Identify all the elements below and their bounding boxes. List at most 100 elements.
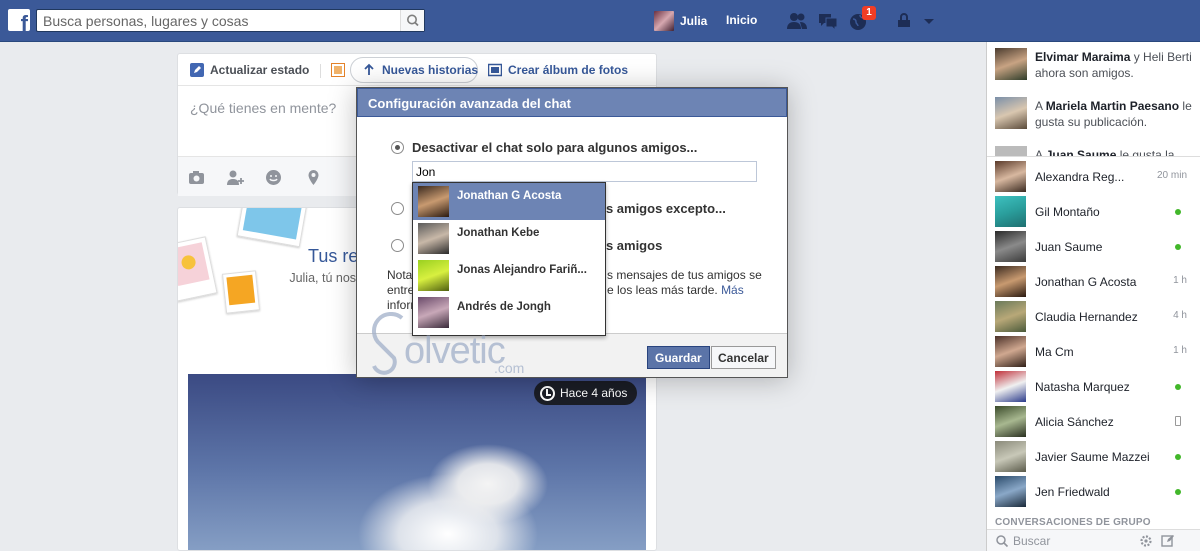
contact-status-time: 1 h	[1173, 345, 1187, 356]
note-right-text: s mensajes de tus amigos se e los leas m…	[607, 268, 777, 298]
arrow-up-icon	[364, 63, 374, 75]
note-line-2-text: e los leas más tarde.	[607, 283, 718, 297]
decorative-photo	[222, 270, 260, 314]
composer-tabs: Actualizar estado Nuevas historias Crear…	[178, 54, 656, 86]
cancel-button[interactable]: Cancelar	[711, 346, 776, 369]
privacy-shortcuts-icon[interactable]	[894, 11, 914, 31]
chat-search-input[interactable]	[1013, 533, 1133, 549]
avatar	[995, 301, 1026, 332]
chat-contact[interactable]: Natasha Marquez	[987, 370, 1200, 405]
avatar	[995, 196, 1026, 227]
avatar	[995, 476, 1026, 507]
tab-divider	[320, 64, 321, 78]
online-indicator	[1175, 244, 1181, 250]
ticker-item[interactable]: A Juan Saume le gusta la	[995, 146, 1195, 157]
tab-update-status[interactable]: Actualizar estado	[190, 63, 309, 77]
avatar	[995, 406, 1026, 437]
ticker-name: Juan Saume	[1045, 148, 1117, 157]
contact-name: Ma Cm	[1035, 345, 1074, 359]
watermark-text: olvetic	[404, 330, 506, 372]
ticker-pre: A	[1035, 99, 1046, 113]
contact-name: Jonathan G Acosta	[1035, 275, 1137, 289]
chat-search-bar	[987, 529, 1200, 551]
activity-ticker: Elvimar Maraima y Heli Berti ahora son a…	[987, 42, 1200, 157]
feeling-smiley-icon[interactable]	[265, 169, 282, 186]
camera-icon[interactable]	[188, 169, 205, 186]
suggestion-item[interactable]: Jonas Alejandro Fariñ...	[413, 257, 605, 294]
suggestion-name: Jonathan Kebe	[457, 227, 540, 239]
radio-unselected[interactable]	[391, 202, 404, 215]
avatar	[995, 336, 1026, 367]
clock-icon	[540, 385, 555, 401]
save-button[interactable]: Guardar	[647, 346, 710, 369]
ticker-rest: le gusta la	[1116, 148, 1175, 157]
suggestion-item[interactable]: Jonathan Kebe	[413, 220, 605, 257]
more-info-link[interactable]: Más	[721, 283, 744, 297]
profile-link[interactable]: Julia	[654, 11, 707, 31]
ticker-item[interactable]: Elvimar Maraima y Heli Berti ahora son a…	[995, 48, 1195, 82]
chat-contact[interactable]: Claudia Hernandez 4 h	[987, 300, 1200, 335]
search-box	[36, 9, 425, 32]
friend-requests-icon[interactable]	[786, 11, 808, 31]
chat-contact[interactable]: Juan Saume	[987, 230, 1200, 265]
tab-new-stories[interactable]: Nuevas historias	[362, 63, 478, 77]
radio-unselected[interactable]	[391, 239, 404, 252]
chat-contact[interactable]: Alicia Sánchez	[987, 405, 1200, 440]
messages-icon[interactable]	[817, 11, 839, 31]
note-left-text: Nota: entre inform	[387, 268, 421, 312]
ticker-text: A Juan Saume le gusta la	[1035, 147, 1195, 157]
contact-name: Natasha Marquez	[1035, 380, 1130, 394]
suggestion-item[interactable]: Jonathan G Acosta	[413, 183, 605, 220]
avatar	[418, 223, 449, 254]
friend-name-input[interactable]	[412, 161, 757, 182]
facebook-logo-icon[interactable]: f	[8, 9, 30, 31]
group-conversations-heading: CONVERSACIONES DE GRUPO	[995, 517, 1151, 528]
option-label: os amigos excepto...	[598, 201, 726, 216]
search-icon	[407, 14, 419, 27]
tab-create-album[interactable]: Crear álbum de fotos	[488, 63, 628, 77]
suggestion-name: Jonathan G Acosta	[457, 190, 562, 202]
contact-status-time: 20 min	[1156, 170, 1187, 181]
search-button[interactable]	[400, 10, 424, 31]
avatar	[995, 161, 1026, 192]
watermark-suffix: .com	[494, 360, 525, 376]
ticker-text: A Mariela Martin Paesano le gusta su pub…	[1035, 98, 1195, 130]
top-bar: f Julia Inicio 1	[0, 0, 1200, 42]
note-line-2: e los leas más tarde. Más	[607, 283, 777, 298]
avatar	[995, 48, 1027, 80]
gear-icon[interactable]	[1139, 534, 1153, 548]
option-label: os amigos	[598, 238, 663, 253]
radio-selected[interactable]	[391, 141, 404, 154]
new-message-icon[interactable]	[1161, 534, 1175, 548]
ticker-item[interactable]: A Mariela Martin Paesano le gusta su pub…	[995, 97, 1195, 131]
chat-contact[interactable]: Alexandra Reg... 20 min	[987, 160, 1200, 195]
avatar	[418, 297, 449, 328]
user-avatar	[654, 11, 674, 31]
tag-friends-icon[interactable]	[226, 169, 246, 186]
chat-contact[interactable]: Jonathan G Acosta 1 h	[987, 265, 1200, 300]
home-link[interactable]: Inicio	[726, 13, 757, 27]
tab-create-album-label: Crear álbum de fotos	[508, 63, 629, 77]
chat-contact[interactable]: Jen Friedwald	[987, 475, 1200, 510]
time-ago-label: Hace 4 años	[560, 386, 628, 400]
contact-name: Jen Friedwald	[1035, 485, 1110, 499]
chat-contact[interactable]: Gil Montaño	[987, 195, 1200, 230]
ticker-name: Mariela Martin Paesano	[1045, 99, 1180, 113]
composer-placeholder[interactable]: ¿Qué tienes en mente?	[190, 100, 336, 116]
contact-status-time: 4 h	[1173, 310, 1187, 321]
chat-contact[interactable]: Ma Cm 1 h	[987, 335, 1200, 370]
location-pin-icon[interactable]	[305, 169, 322, 186]
account-menu-chevron-down-icon[interactable]	[922, 11, 936, 31]
ticker-name: Elvimar Maraima	[1035, 50, 1131, 64]
contact-name: Alexandra Reg...	[1035, 170, 1125, 184]
tab-new-stories-label: Nuevas historias	[382, 63, 479, 77]
photo-frame-icon[interactable]	[331, 63, 345, 77]
suggestion-item[interactable]: Andrés de Jongh	[413, 294, 605, 331]
avatar	[995, 266, 1026, 297]
time-ago-badge: Hace 4 años	[534, 381, 638, 405]
search-icon	[996, 535, 1009, 548]
search-input[interactable]	[37, 10, 397, 31]
decorative-photo	[178, 236, 218, 302]
chat-contact[interactable]: Javier Saume Mazzei	[987, 440, 1200, 475]
option-disable-some-friends[interactable]: Desactivar el chat solo para algunos ami…	[391, 140, 697, 155]
